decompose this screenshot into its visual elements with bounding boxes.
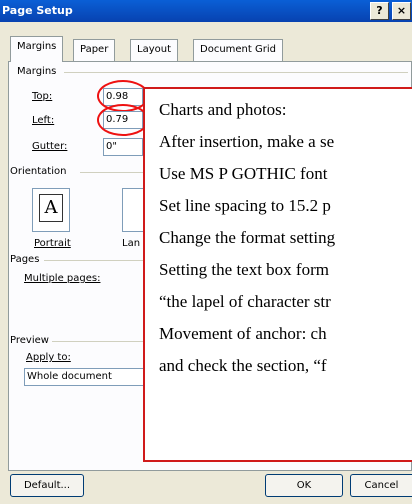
overlay-line: Change the format setting [159,228,336,247]
tab-paper[interactable]: Paper [73,39,116,61]
landscape-label: Lan [122,238,141,249]
annotation-overlay: Charts and photos: After insertion, make… [143,87,412,462]
tab-document-grid[interactable]: Document Grid [193,39,283,61]
overlay-line: Movement of anchor: ch [159,324,327,343]
orientation-separator [80,172,144,173]
top-margin-label: Top: [32,91,53,102]
pages-group-label: Pages [10,254,40,265]
overlay-line: Set line spacing to 15.2 p [159,196,331,215]
portrait-icon: A [39,194,63,222]
preview-group-label: Preview [10,335,49,346]
apply-to-select[interactable]: Whole document [24,368,148,386]
margins-group-label: Margins [17,66,57,77]
overlay-line: Setting the text box form [159,260,329,279]
multiple-pages-label: Multiple pages: [24,273,101,284]
orientation-group-label: Orientation [10,166,67,177]
help-button[interactable]: ? [370,2,389,20]
overlay-line: Use MS P GOTHIC font [159,164,328,183]
default-button[interactable]: Default... [10,474,84,497]
portrait-option[interactable]: A [32,188,70,232]
close-button[interactable]: × [392,2,411,20]
margins-separator [64,72,408,73]
title-bar: Page Setup ? × [0,0,412,22]
tab-margins[interactable]: Margins [10,36,64,62]
window-title: Page Setup [2,4,73,17]
preview-separator [52,341,144,342]
ok-button[interactable]: OK [265,474,343,497]
pages-separator [44,260,144,261]
cancel-button[interactable]: Cancel [350,474,412,497]
portrait-label: Portrait [34,238,71,249]
tab-layout[interactable]: Layout [130,39,178,61]
gutter-label: Gutter: [32,141,68,152]
gutter-input[interactable]: 0" [103,138,143,156]
overlay-line: Charts and photos: [159,100,287,119]
top-margin-input[interactable]: 0.98 [103,88,143,106]
landscape-option[interactable] [122,188,144,232]
left-margin-label: Left: [32,115,55,126]
left-margin-input[interactable]: 0.79 [103,111,143,129]
overlay-line: After insertion, make a se [159,132,335,151]
overlay-line: “the lapel of character str [159,292,331,311]
overlay-line: and check the section, “f [159,356,327,375]
apply-to-label: Apply to: [26,352,71,363]
